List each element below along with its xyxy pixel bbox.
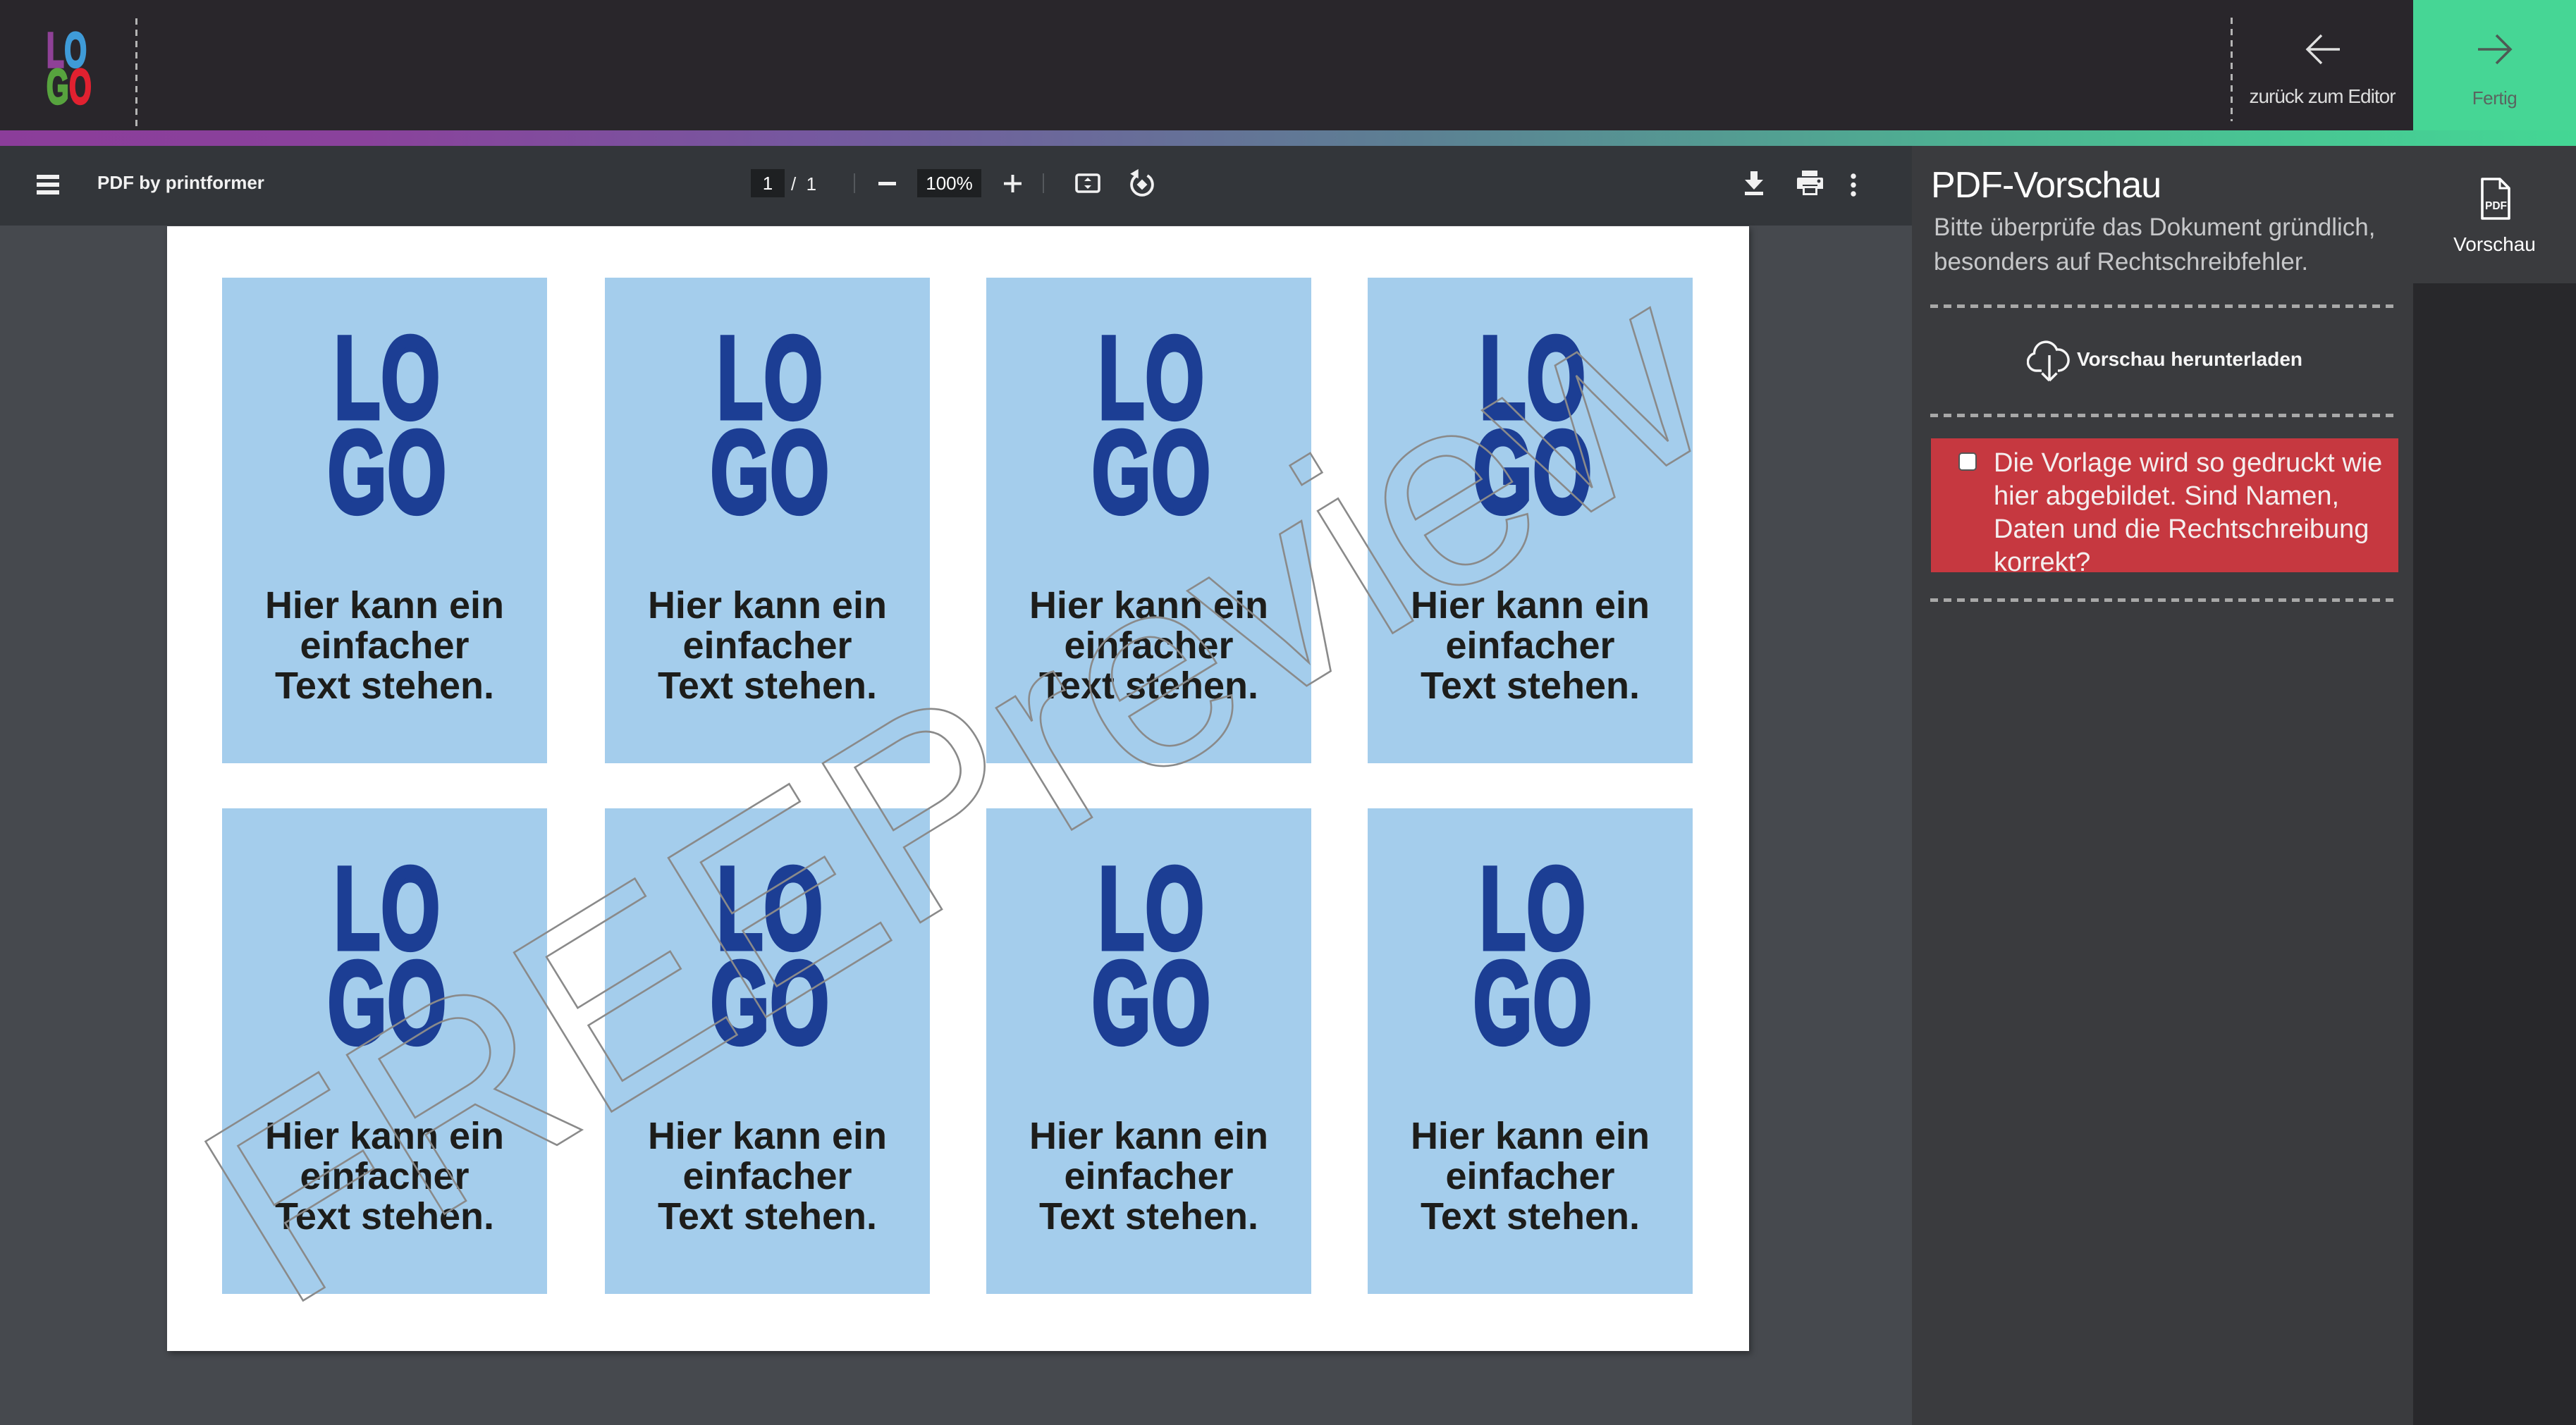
svg-text:FREEPreview: FREEPreview <box>156 218 1758 1362</box>
svg-text:PDF: PDF <box>2485 200 2507 212</box>
